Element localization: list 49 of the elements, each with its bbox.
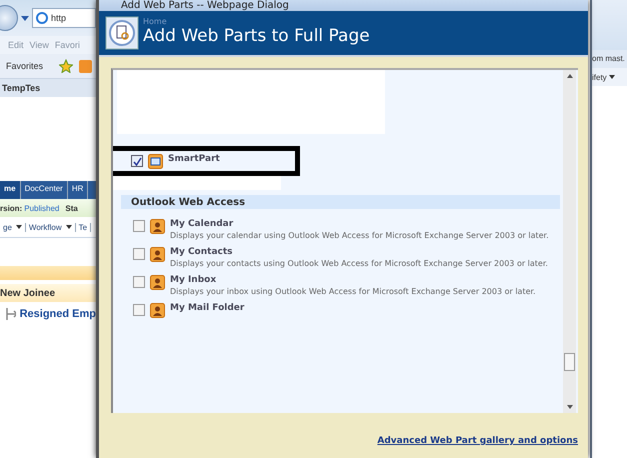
checkbox[interactable] [133,220,145,232]
toolbar-menu[interactable]: ifety [592,68,627,86]
caret-icon [608,75,615,79]
toolbar-menu[interactable]: Te [76,222,92,232]
list-link[interactable]: Resigned Emp [20,308,96,320]
nav-tab[interactable]: me [0,181,21,199]
up-arrow-icon[interactable] [566,74,572,78]
exit-icon [4,306,16,322]
person-icon [150,275,165,290]
checkbox[interactable] [133,276,145,288]
group-heading: Outlook Web Access [131,196,246,208]
advanced-link[interactable]: Advanced Web Part gallery and options [377,436,578,446]
caret-icon[interactable] [21,16,29,20]
status-label: Sta [65,204,78,212]
toolbar-menu[interactable]: ge [0,222,26,232]
version-label: rsion: [0,204,22,212]
web-part-name[interactable]: My Calendar [170,219,549,229]
web-part-description: Displays your inbox using Outlook Web Access for Microsoft Exchange Server 2003 or later. [170,287,536,296]
web-part-name[interactable]: My Contacts [170,247,548,257]
web-part-name[interactable]: My Inbox [170,275,536,285]
toolbar-menu[interactable]: Workflow [26,222,76,232]
browser-toolbar [592,0,627,50]
caret-icon [16,225,22,229]
scroll-thumb[interactable] [564,353,575,371]
dialog-heading: Add Web Parts to Full Page [143,26,370,46]
web-part-name[interactable]: My Mail Folder [170,303,244,313]
status-text: om mast. [592,50,627,68]
scrollbar[interactable] [563,70,576,413]
star-icon[interactable] [59,59,74,73]
web-part-description: Displays your calendar using Outlook Web Access for Microsoft Exchange Server 2003 or later. [170,231,549,240]
feed-icon[interactable] [79,60,92,72]
web-part-icon [105,16,139,50]
checkbox[interactable] [133,304,145,316]
person-icon [150,303,165,318]
dialog-title: Add Web Parts -- Webpage Dialog [121,1,289,11]
checkbox[interactable] [131,155,143,167]
person-icon [150,219,165,234]
caret-icon [66,225,72,229]
down-arrow-icon[interactable] [566,405,572,409]
web-part-name[interactable]: SmartPart [168,154,220,164]
ie-icon [36,12,48,24]
favorites-button[interactable]: Favorites [6,61,44,71]
person-icon [150,247,165,262]
window-icon [148,154,163,169]
address-field[interactable]: http [32,8,96,28]
web-part-description: Displays your contacts using Outlook Web Access for Microsoft Exchange Server 2003 or later. [170,259,548,268]
checkbox[interactable] [133,248,145,260]
section-heading: New Joinee [0,288,56,298]
version-link[interactable]: Published [24,204,60,212]
